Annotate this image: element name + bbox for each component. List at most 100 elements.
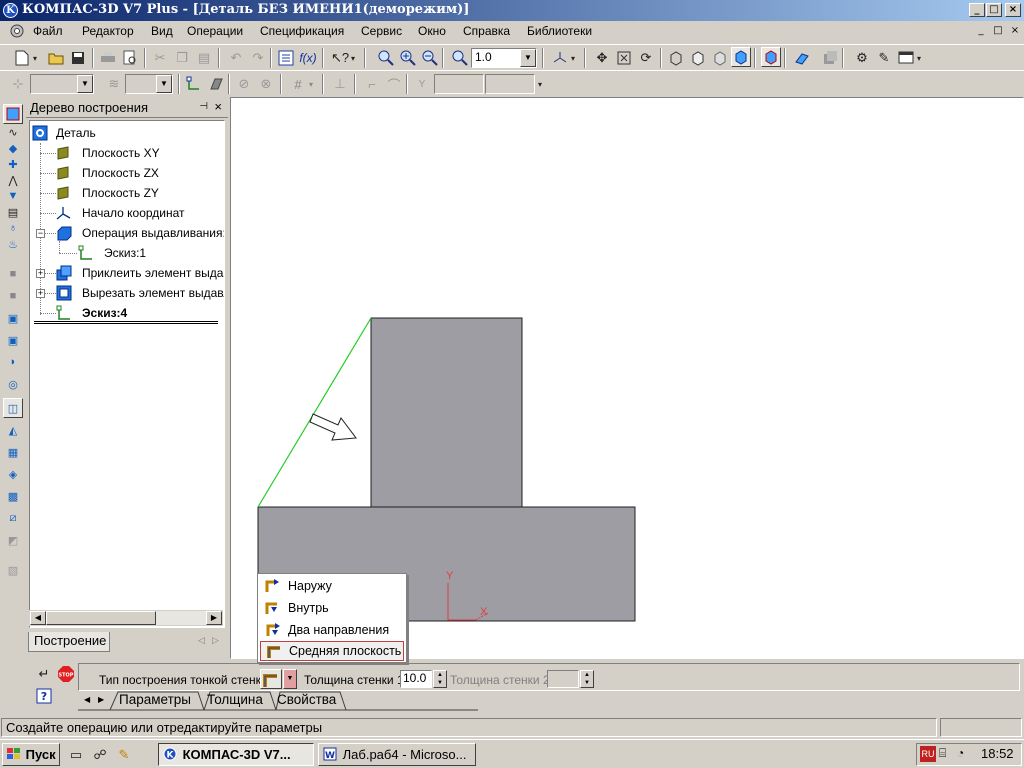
doc-minimize-button[interactable]: _ bbox=[973, 25, 989, 39]
tab-next-icon[interactable]: ▷ bbox=[212, 635, 219, 646]
tab-thickness[interactable]: Толщина bbox=[207, 692, 263, 707]
hole-icon[interactable]: ◎ bbox=[3, 374, 23, 394]
copy-icon[interactable]: ❐ bbox=[172, 48, 192, 68]
rib-icon[interactable]: ◭ bbox=[3, 420, 23, 440]
hidden-lines-icon[interactable] bbox=[688, 48, 708, 68]
tree-hscrollbar[interactable]: ◀ ▶ bbox=[29, 610, 223, 626]
tab-prev-icon[interactable]: ◁ bbox=[198, 635, 205, 646]
tools-icon[interactable]: ✎ bbox=[874, 48, 894, 68]
cut-extrude-icon[interactable]: ▣ bbox=[3, 330, 23, 350]
fillet-icon[interactable]: ◗ bbox=[3, 352, 23, 372]
task-word[interactable]: W Лаб.раб4 - Microso... bbox=[318, 743, 476, 766]
print-preview-icon[interactable] bbox=[120, 48, 140, 68]
menu-specification[interactable]: Спецификация bbox=[260, 24, 344, 38]
app-logo-icon[interactable]: K bbox=[3, 3, 18, 18]
collapse-toggle[interactable]: − bbox=[36, 229, 45, 238]
menu-view[interactable]: Вид bbox=[151, 24, 173, 38]
thickness1-spinner[interactable]: ▲ ▼ bbox=[433, 670, 447, 688]
language-indicator[interactable]: RU bbox=[920, 746, 936, 762]
new-dropdown-icon[interactable]: ▾ bbox=[30, 48, 40, 68]
display-dropdown-icon[interactable]: ▾ bbox=[914, 48, 924, 68]
chevron-down-icon[interactable]: ▼ bbox=[156, 75, 172, 93]
volume-tray-icon[interactable]: ◔ bbox=[957, 746, 964, 760]
open-folder-icon[interactable] bbox=[46, 48, 66, 68]
local-cs-icon[interactable]: ⊥ bbox=[330, 74, 350, 94]
round-icon[interactable]: ⌒ bbox=[384, 74, 404, 94]
chevron-down-icon[interactable]: ▼ bbox=[77, 75, 93, 93]
option-middle-plane[interactable]: Средняя плоскость bbox=[260, 641, 404, 661]
coord-x-field[interactable] bbox=[434, 74, 484, 94]
menu-operations[interactable]: Операции bbox=[187, 24, 243, 38]
start-button[interactable]: Пуск bbox=[2, 743, 60, 766]
help-icon[interactable]: ? bbox=[34, 686, 54, 706]
perspective-icon[interactable] bbox=[761, 47, 781, 67]
draft-icon[interactable]: ▦ bbox=[3, 442, 23, 462]
menu-service[interactable]: Сервис bbox=[361, 24, 402, 38]
sketch-icon[interactable] bbox=[184, 74, 204, 94]
menu-editor[interactable]: Редактор bbox=[82, 24, 134, 38]
tab-construction[interactable]: Построение bbox=[28, 632, 110, 652]
style-select[interactable]: ▼ bbox=[30, 74, 94, 94]
coord-y-field[interactable] bbox=[485, 74, 535, 94]
measure-icon[interactable]: ⊗ bbox=[256, 74, 276, 94]
macro-icon[interactable]: ⚙ bbox=[852, 48, 872, 68]
help-dropdown-icon[interactable]: ▾ bbox=[348, 48, 358, 68]
orientation-dropdown-icon[interactable]: ▾ bbox=[568, 48, 578, 68]
coords-dropdown-icon[interactable]: ▾ bbox=[535, 74, 545, 94]
zoom-scale-icon[interactable] bbox=[450, 48, 470, 68]
zoom-out-icon[interactable] bbox=[420, 48, 440, 68]
layer-icon[interactable]: ≋ bbox=[104, 74, 124, 94]
section-icon[interactable] bbox=[792, 48, 812, 68]
chevron-down-icon[interactable]: ▼ bbox=[520, 49, 536, 67]
zoom-in-icon[interactable] bbox=[398, 48, 418, 68]
minimize-button[interactable]: _ bbox=[969, 3, 985, 17]
revolve-gray-icon[interactable]: ■ bbox=[3, 286, 23, 306]
mirror-icon[interactable]: ◈ bbox=[3, 464, 23, 484]
scroll-right-icon[interactable]: ▶ bbox=[206, 611, 222, 625]
cut-icon[interactable]: ✂ bbox=[150, 48, 170, 68]
chevron-down-icon[interactable]: ▼ bbox=[283, 669, 297, 689]
print-icon[interactable] bbox=[98, 48, 118, 68]
quick-launch-network-icon[interactable]: ☍ bbox=[90, 745, 110, 765]
shell-active-icon[interactable]: ◫ bbox=[3, 398, 23, 418]
undo-icon[interactable]: ↶ bbox=[226, 48, 246, 68]
wireframe-icon[interactable] bbox=[666, 48, 686, 68]
menu-libraries[interactable]: Библиотеки bbox=[527, 24, 592, 38]
solid-icon[interactable] bbox=[206, 74, 226, 94]
layer-select[interactable]: ▼ bbox=[125, 74, 173, 94]
orientation-icon[interactable] bbox=[550, 48, 570, 68]
ortho-icon[interactable]: ⌐ bbox=[362, 74, 382, 94]
new-document-icon[interactable] bbox=[12, 48, 32, 68]
quick-launch-disk-icon[interactable]: ▭ bbox=[66, 745, 86, 765]
split-icon[interactable]: ◩ bbox=[3, 530, 23, 550]
tree-toggle-icon[interactable] bbox=[3, 104, 23, 124]
library-manager-icon[interactable] bbox=[820, 48, 840, 68]
variables-fx-icon[interactable]: f(x) bbox=[298, 48, 318, 68]
option-inward[interactable]: Внутрь bbox=[260, 598, 404, 618]
pin-icon[interactable]: ⊣ bbox=[199, 101, 208, 112]
extrude-gray-icon[interactable]: ■ bbox=[3, 264, 23, 284]
rotate-icon[interactable]: ⟳ bbox=[636, 48, 656, 68]
option-two-directions[interactable]: Два направления bbox=[260, 620, 404, 640]
snap-icon[interactable]: ⊹ bbox=[8, 74, 28, 94]
pan-icon[interactable]: ✥ bbox=[592, 48, 612, 68]
help-pointer-icon[interactable]: ↖? bbox=[330, 48, 350, 68]
extrude-icon[interactable]: ▣ bbox=[3, 308, 23, 328]
grid-dropdown-icon[interactable]: ▾ bbox=[306, 74, 316, 94]
option-outward[interactable]: Наружу bbox=[260, 576, 404, 596]
tab-properties[interactable]: Свойства bbox=[277, 692, 336, 707]
zoom-level-select[interactable]: 1.0 ▼ bbox=[471, 48, 537, 68]
save-icon[interactable] bbox=[68, 48, 88, 68]
section-tool-icon[interactable]: ⧄ bbox=[3, 508, 23, 528]
doc-restore-button[interactable]: □ bbox=[990, 25, 1006, 39]
pattern-icon[interactable]: ▩ bbox=[3, 486, 23, 506]
redo-icon[interactable]: ↷ bbox=[248, 48, 268, 68]
close-icon[interactable]: × bbox=[214, 99, 222, 114]
hidden-thin-icon[interactable] bbox=[710, 48, 730, 68]
shaded-icon[interactable] bbox=[731, 47, 751, 67]
thickness2-spinner[interactable]: ▲ ▼ bbox=[580, 670, 594, 688]
doc-close-button[interactable]: × bbox=[1007, 25, 1023, 39]
tree-view[interactable]: Деталь Плоскость XY Плоскость ZX Плоскос… bbox=[29, 120, 225, 628]
constraint-icon[interactable]: ⊘ bbox=[234, 74, 254, 94]
thickness2-input[interactable] bbox=[547, 670, 579, 688]
